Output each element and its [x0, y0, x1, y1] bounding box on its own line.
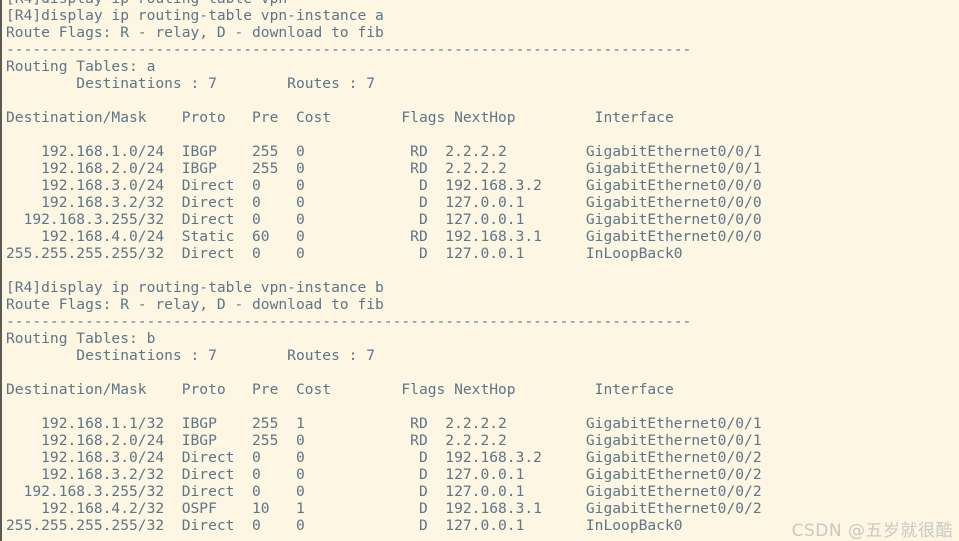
summary-line: Destinations : 7 Routes : 7 [6, 347, 376, 364]
command-prompt-line: [R4]display ip routing-table vpn-instanc… [6, 279, 384, 296]
table-row: 192.168.3.2/32 Direct 0 0 D 127.0.0.1 Gi… [6, 466, 762, 483]
table-row: 192.168.3.255/32 Direct 0 0 D 127.0.0.1 … [6, 211, 762, 228]
csdn-watermark: CSDN @五岁就很酷 [791, 521, 953, 541]
table-row: 192.168.2.0/24 IBGP 255 0 RD 2.2.2.2 Gig… [6, 432, 762, 449]
routing-table-title: Routing Tables: b [6, 330, 156, 347]
table-row: 192.168.3.0/24 Direct 0 0 D 192.168.3.2 … [6, 177, 762, 194]
route-flags-line: Route Flags: R - relay, D - download to … [6, 24, 384, 41]
separator-line: ----------------------------------------… [6, 313, 692, 330]
table-row: 192.168.4.0/24 Static 60 0 RD 192.168.3.… [6, 228, 762, 245]
command-prompt-line: [R4]display ip routing-table vpn-instanc… [6, 7, 384, 24]
table-header-row: Destination/Mask Proto Pre Cost Flags Ne… [6, 381, 674, 398]
table-row: 192.168.3.2/32 Direct 0 0 D 127.0.0.1 Gi… [6, 194, 762, 211]
routing-table-title: Routing Tables: a [6, 58, 156, 75]
clipped-top-line: [R4]display ip routing-table vpn [6, 0, 762, 7]
terminal-window[interactable]: [R4]display ip routing-table vpn[R4]disp… [0, 0, 959, 541]
route-flags-line: Route Flags: R - relay, D - download to … [6, 296, 384, 313]
table-row: 255.255.255.255/32 Direct 0 0 D 127.0.0.… [6, 517, 683, 534]
console-output: [R4]display ip routing-table vpn[R4]disp… [6, 0, 762, 534]
summary-line: Destinations : 7 Routes : 7 [6, 75, 376, 92]
table-row: 192.168.4.2/32 OSPF 10 1 D 192.168.3.1 G… [6, 500, 762, 517]
table-row: 192.168.1.1/32 IBGP 255 1 RD 2.2.2.2 Gig… [6, 415, 762, 432]
table-header-row: Destination/Mask Proto Pre Cost Flags Ne… [6, 109, 674, 126]
table-row: 255.255.255.255/32 Direct 0 0 D 127.0.0.… [6, 245, 683, 262]
table-row: 192.168.3.0/24 Direct 0 0 D 192.168.3.2 … [6, 449, 762, 466]
separator-line: ----------------------------------------… [6, 41, 692, 58]
table-row: 192.168.1.0/24 IBGP 255 0 RD 2.2.2.2 Gig… [6, 143, 762, 160]
table-row: 192.168.2.0/24 IBGP 255 0 RD 2.2.2.2 Gig… [6, 160, 762, 177]
table-row: 192.168.3.255/32 Direct 0 0 D 127.0.0.1 … [6, 483, 762, 500]
